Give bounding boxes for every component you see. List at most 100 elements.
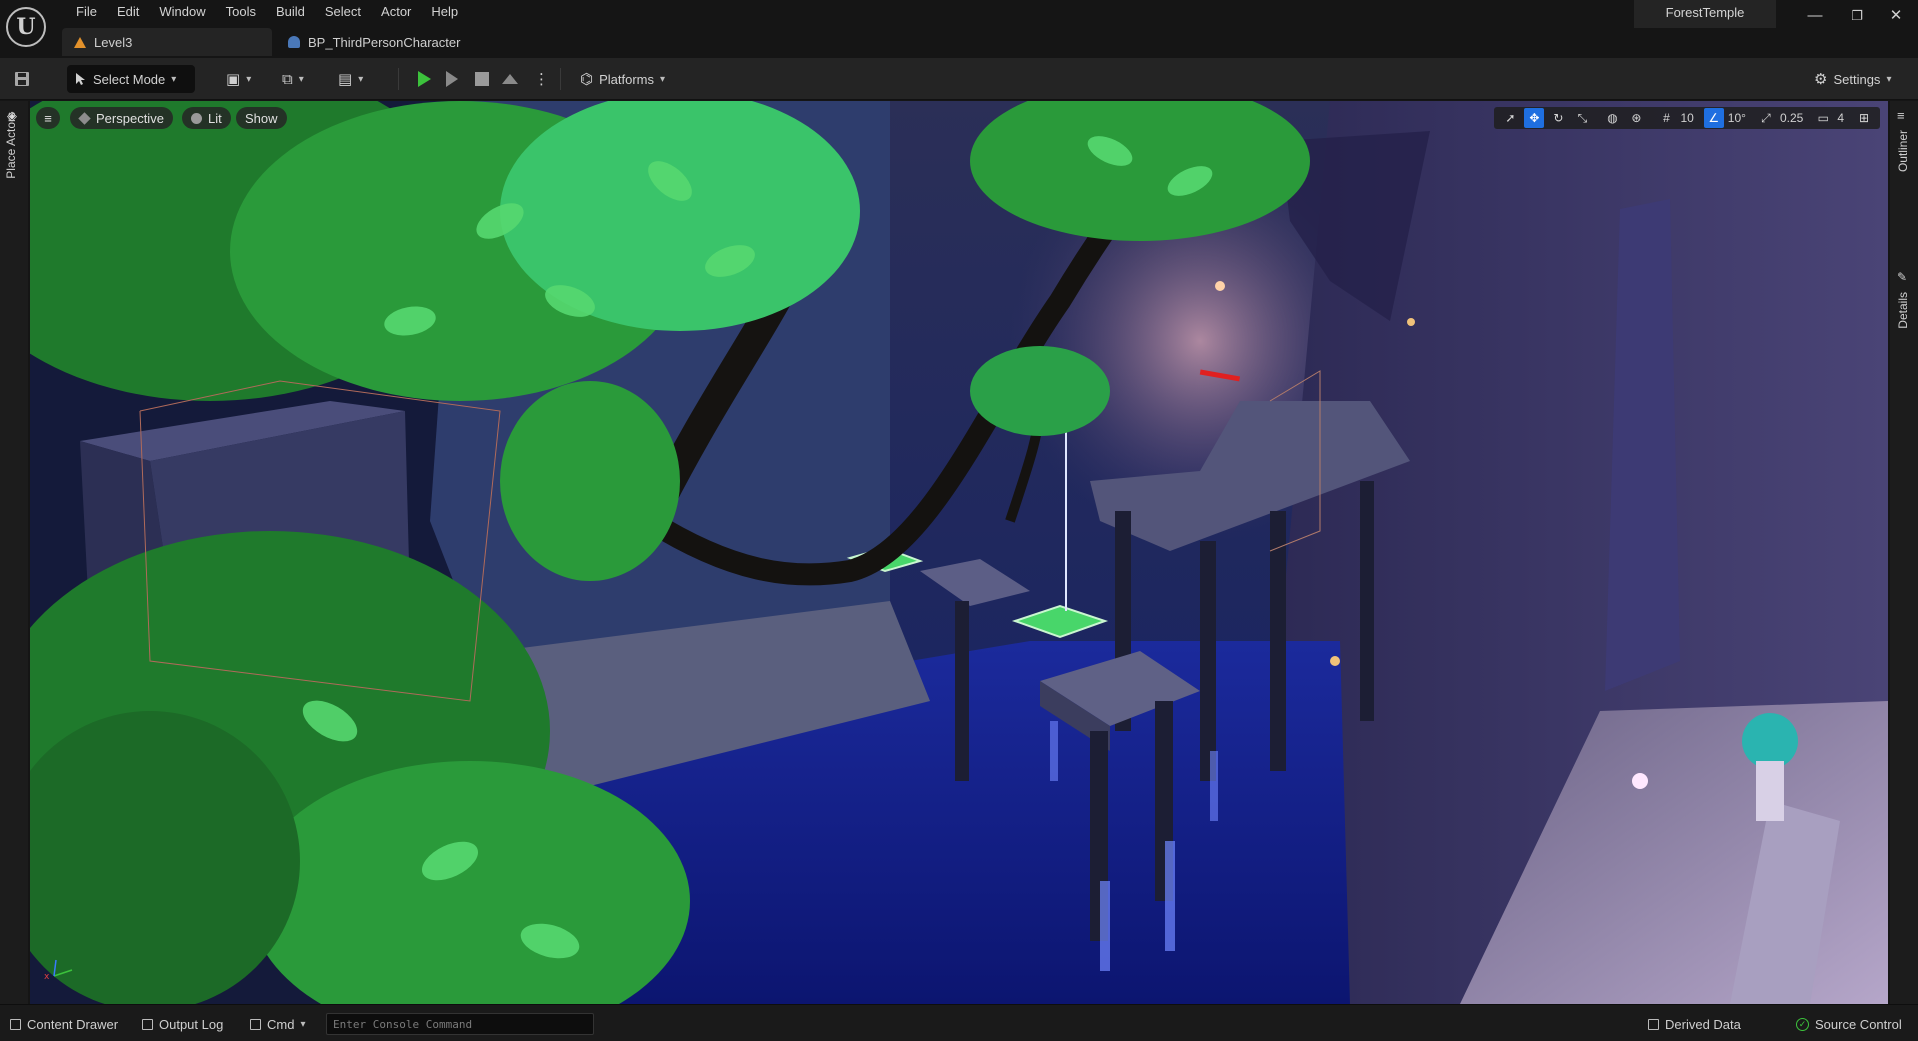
scale-snap-icon[interactable]: ⤢ — [1756, 108, 1776, 128]
lit-sphere-icon — [191, 112, 202, 124]
tab-label: Level3 — [94, 34, 133, 50]
rotate-tool-icon[interactable]: ↻ — [1548, 108, 1568, 128]
gear-icon: ⚙ — [1814, 71, 1828, 88]
derived-data-label: Derived Data — [1665, 1016, 1741, 1032]
blueprints-button[interactable]: ⧉ ▾ — [282, 65, 304, 93]
rotation-snap-value[interactable]: 10° — [1728, 111, 1752, 125]
settings-label: Settings — [1833, 71, 1881, 87]
wall-torch — [1215, 281, 1225, 291]
chevron-down-icon: ▾ — [298, 73, 304, 85]
menu-build[interactable]: Build — [266, 2, 315, 22]
place-actors-tab[interactable]: Place Actors — [4, 112, 18, 179]
project-name: ForestTemple — [1634, 0, 1776, 28]
grid-snap-value[interactable]: 10 — [1680, 111, 1699, 125]
viewport-layout-icon[interactable]: ⊞ — [1854, 108, 1874, 128]
pillar — [1360, 481, 1374, 721]
toolbar-separator — [398, 68, 399, 90]
platforms-label: Platforms — [599, 71, 655, 87]
toolbar-separator — [560, 68, 561, 90]
stop-icon — [475, 72, 489, 86]
statue-plant — [1742, 713, 1798, 769]
show-dropdown[interactable]: Show — [236, 107, 287, 129]
rotation-snap-icon[interactable]: ∠ — [1703, 108, 1724, 128]
camera-speed-value[interactable]: 4 — [1837, 111, 1850, 125]
lit-label: Lit — [208, 110, 222, 126]
menu-actor[interactable]: Actor — [371, 2, 421, 22]
stop-button[interactable] — [475, 65, 489, 93]
unreal-logo-icon[interactable]: U — [6, 7, 46, 47]
world-local-icon[interactable]: ◍ — [1602, 108, 1622, 128]
status-bar: Content Drawer Output Log Cmd ▾ Derived … — [0, 1004, 1918, 1041]
select-tool-icon[interactable]: ➚ — [1500, 108, 1520, 128]
blueprint-icon: ⧉ — [282, 70, 293, 88]
advance-frame-button[interactable] — [446, 65, 458, 93]
menu-help[interactable]: Help — [421, 2, 468, 22]
close-button[interactable]: ✕ — [1881, 4, 1911, 28]
warning-icon — [74, 36, 86, 48]
tab-label: BP_ThirdPersonCharacter — [308, 34, 461, 50]
select-mode-label: Select Mode — [93, 71, 166, 87]
source-control-label: Source Control — [1815, 1016, 1902, 1032]
restore-button[interactable]: ❐ — [1842, 4, 1872, 28]
platforms-dropdown[interactable]: ⌬ Platforms ▾ — [580, 65, 665, 93]
perspective-dropdown[interactable]: Perspective — [70, 107, 173, 129]
content-drawer-label: Content Drawer — [27, 1016, 119, 1032]
save-button[interactable] — [14, 65, 30, 93]
pencil-icon[interactable]: ✎ — [1897, 270, 1907, 284]
main-toolbar: Select Mode ▾ ▣ ▾ ⧉ ▾ ▤ ▾ ⋮ ⌬ Platforms … — [0, 58, 1918, 100]
play-options-button[interactable]: ⋮ — [534, 65, 549, 93]
console-command-input[interactable] — [326, 1013, 594, 1035]
derived-data-button[interactable]: Derived Data — [1648, 1013, 1741, 1035]
details-tab[interactable]: Details — [1896, 292, 1910, 329]
derived-data-icon — [1648, 1018, 1659, 1030]
cmd-label: Cmd — [267, 1016, 295, 1032]
translate-tool-icon[interactable]: ✥ — [1524, 108, 1545, 128]
settings-dropdown[interactable]: ⚙ Settings ▾ — [1814, 65, 1891, 93]
cmd-dropdown[interactable]: Cmd ▾ — [250, 1013, 305, 1035]
surface-snap-icon[interactable]: ⊛ — [1626, 108, 1646, 128]
perspective-label: Perspective — [96, 110, 164, 126]
tab-level3[interactable]: Level3 — [62, 28, 272, 56]
view-mode-dropdown[interactable]: Lit — [182, 107, 231, 129]
viewport-transform-toolbar: ➚ ✥ ↻ ⤡ ◍ ⊛ # 10 ∠ 10° ⤢ 0.25 ▭ 4 ⊞ — [1494, 107, 1880, 129]
content-drawer-button[interactable]: Content Drawer — [10, 1013, 118, 1035]
save-icon — [15, 72, 29, 86]
chevron-down-icon: ▾ — [300, 1018, 306, 1030]
outliner-tab[interactable]: Outliner — [1896, 130, 1910, 172]
add-actor-button[interactable]: ▣ ▾ — [226, 65, 251, 93]
minimize-button[interactable]: — — [1800, 4, 1830, 28]
wall-light — [1330, 656, 1340, 666]
scale-tool-icon[interactable]: ⤡ — [1572, 108, 1592, 128]
right-side-panel — [1890, 101, 1918, 1004]
menu-edit[interactable]: Edit — [107, 2, 149, 22]
source-control-button[interactable]: ✓ Source Control — [1796, 1013, 1902, 1035]
scene-render[interactable] — [30, 101, 1888, 1004]
scale-snap-value[interactable]: 0.25 — [1780, 111, 1809, 125]
cursor-icon — [76, 73, 85, 85]
axis-gizmo-icon: x — [44, 959, 73, 982]
menu-select[interactable]: Select — [315, 2, 371, 22]
gamepad-icon: ⌬ — [580, 71, 594, 88]
menu-file[interactable]: File — [66, 2, 107, 22]
statue-pedestal — [1756, 761, 1784, 821]
play-button[interactable] — [418, 65, 431, 93]
tab-bp-third-person-character[interactable]: BP_ThirdPersonCharacter — [276, 28, 496, 56]
waterfall — [1050, 721, 1058, 781]
chevron-down-icon: ▾ — [1886, 73, 1892, 85]
waterfall — [1100, 881, 1110, 971]
camera-speed-icon[interactable]: ▭ — [1813, 108, 1833, 128]
eject-button[interactable] — [502, 65, 518, 93]
waterfall — [1165, 841, 1175, 951]
viewport-options-button[interactable]: ≡ — [36, 107, 60, 129]
level-viewport[interactable]: ≡ Perspective Lit Show ➚ ✥ ↻ ⤡ ◍ ⊛ # 10 … — [30, 101, 1888, 1004]
select-mode-dropdown[interactable]: Select Mode ▾ — [67, 65, 195, 93]
output-log-button[interactable]: Output Log — [142, 1013, 223, 1035]
point-light — [1632, 773, 1648, 789]
cinematics-button[interactable]: ▤ ▾ — [338, 65, 363, 93]
outliner-icon[interactable]: ≡ — [1897, 108, 1905, 123]
show-label: Show — [245, 110, 278, 126]
more-vertical-icon: ⋮ — [534, 71, 549, 88]
menu-tools[interactable]: Tools — [216, 2, 266, 22]
menu-window[interactable]: Window — [149, 2, 215, 22]
grid-snap-icon[interactable]: # — [1656, 108, 1676, 128]
